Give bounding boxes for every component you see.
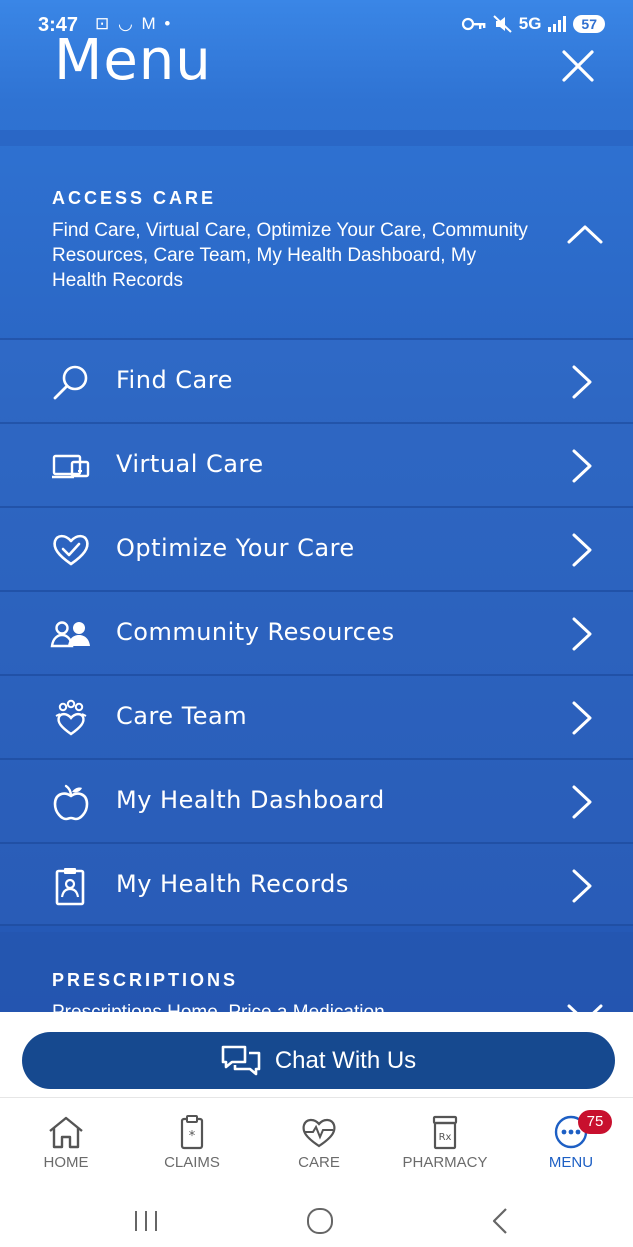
nav-label: CLAIMS	[164, 1154, 220, 1171]
battery-level: 57	[573, 15, 605, 33]
menu-item-label: Optimize Your Care	[116, 534, 355, 562]
nav-pharmacy[interactable]: Rx PHARMACY	[382, 1098, 508, 1190]
menu-item-optimize-your-care[interactable]: Optimize Your Care	[0, 506, 633, 590]
claims-icon: *	[180, 1115, 204, 1150]
chevron-right-icon	[572, 869, 592, 903]
svg-text:*: *	[189, 1129, 196, 1144]
svg-text:Rx: Rx	[439, 1132, 452, 1143]
chat-with-us-button[interactable]: Chat With Us	[22, 1032, 615, 1089]
home-icon	[49, 1116, 83, 1149]
section-subtitle: Prescriptions Home, Price a Medication	[52, 1000, 532, 1012]
chevron-up-icon[interactable]	[566, 222, 604, 246]
menu-item-label: Care Team	[116, 702, 248, 730]
chevron-right-icon	[572, 701, 592, 735]
access-care-section[interactable]: ACCESS CARE Find Care, Virtual Care, Opt…	[0, 146, 633, 338]
people-icon	[50, 621, 90, 648]
chevron-right-icon	[572, 617, 592, 651]
status-right: 5G 57	[461, 14, 605, 34]
nav-menu[interactable]: 75 MENU	[508, 1098, 633, 1190]
chat-icon	[221, 1045, 261, 1075]
bottom-nav: HOME * CLAIMS CARE Rx PHARMACY 75 MENU	[0, 1097, 633, 1189]
menu-item-community-resources[interactable]: Community Resources	[0, 590, 633, 674]
recent-apps-icon[interactable]	[126, 1206, 166, 1236]
menu-item-my-health-records[interactable]: My Health Records	[0, 842, 633, 926]
section-title: ACCESS CARE	[52, 188, 217, 208]
heart-check-icon	[53, 534, 89, 566]
vpn-key-icon	[461, 17, 486, 31]
nav-claims[interactable]: * CLAIMS	[129, 1098, 255, 1190]
prescriptions-section[interactable]: PRESCRIPTIONS Prescriptions Home, Price …	[0, 932, 633, 1012]
home-circle-icon[interactable]	[300, 1206, 340, 1236]
care-heart-icon	[302, 1118, 336, 1148]
network-type: 5G	[518, 14, 542, 33]
menu-item-my-health-dashboard[interactable]: My Health Dashboard	[0, 758, 633, 842]
clipboard-icon	[55, 868, 85, 906]
chevron-right-icon	[572, 365, 592, 399]
nav-home[interactable]: HOME	[3, 1098, 129, 1190]
chat-label: Chat With Us	[274, 1046, 417, 1074]
system-nav-bar	[0, 1192, 633, 1247]
section-title: PRESCRIPTIONS	[52, 970, 239, 990]
menu-item-find-care[interactable]: Find Care	[0, 338, 633, 422]
back-icon[interactable]	[480, 1206, 520, 1236]
search-icon	[53, 365, 88, 400]
chevron-down-icon[interactable]	[566, 1002, 604, 1012]
menu-item-label: My Health Records	[116, 870, 349, 898]
menu-item-care-team[interactable]: Care Team	[0, 674, 633, 758]
close-icon[interactable]	[560, 48, 596, 84]
section-subtitle: Find Care, Virtual Care, Optimize Your C…	[52, 220, 528, 291]
menu-item-label: Virtual Care	[116, 450, 264, 478]
chevron-right-icon	[572, 785, 592, 819]
chevron-right-icon	[572, 449, 592, 483]
page-title: Menu	[54, 28, 212, 93]
nav-label: HOME	[43, 1154, 89, 1171]
menu-item-label: Community Resources	[116, 618, 395, 646]
mute-icon	[493, 15, 512, 33]
virtual-care-icon	[52, 454, 90, 479]
pharmacy-icon: Rx	[432, 1115, 458, 1150]
signal-icon	[548, 16, 567, 32]
menu-item-virtual-care[interactable]: Virtual Care	[0, 422, 633, 506]
chevron-right-icon	[572, 533, 592, 567]
menu-panel: 3:47 ⊡ ◡ M • 5G 57 Menu ACCESS CARE Find…	[0, 0, 633, 1012]
menu-item-label: My Health Dashboard	[116, 786, 385, 814]
access-care-list: Find Care Virtual Care Optimize Your Car…	[0, 338, 633, 926]
menu-item-label: Find Care	[116, 366, 233, 394]
nav-label: PHARMACY	[402, 1154, 488, 1171]
screen: 3:47 ⊡ ◡ M • 5G 57 Menu ACCESS CARE Find…	[0, 0, 633, 1247]
header-divider	[0, 130, 633, 146]
notification-badge: 75	[578, 1110, 612, 1134]
care-team-icon	[55, 699, 87, 736]
nav-label: CARE	[298, 1154, 340, 1171]
nav-label: MENU	[548, 1154, 594, 1171]
nav-care[interactable]: CARE	[256, 1098, 382, 1190]
apple-icon	[53, 784, 89, 821]
